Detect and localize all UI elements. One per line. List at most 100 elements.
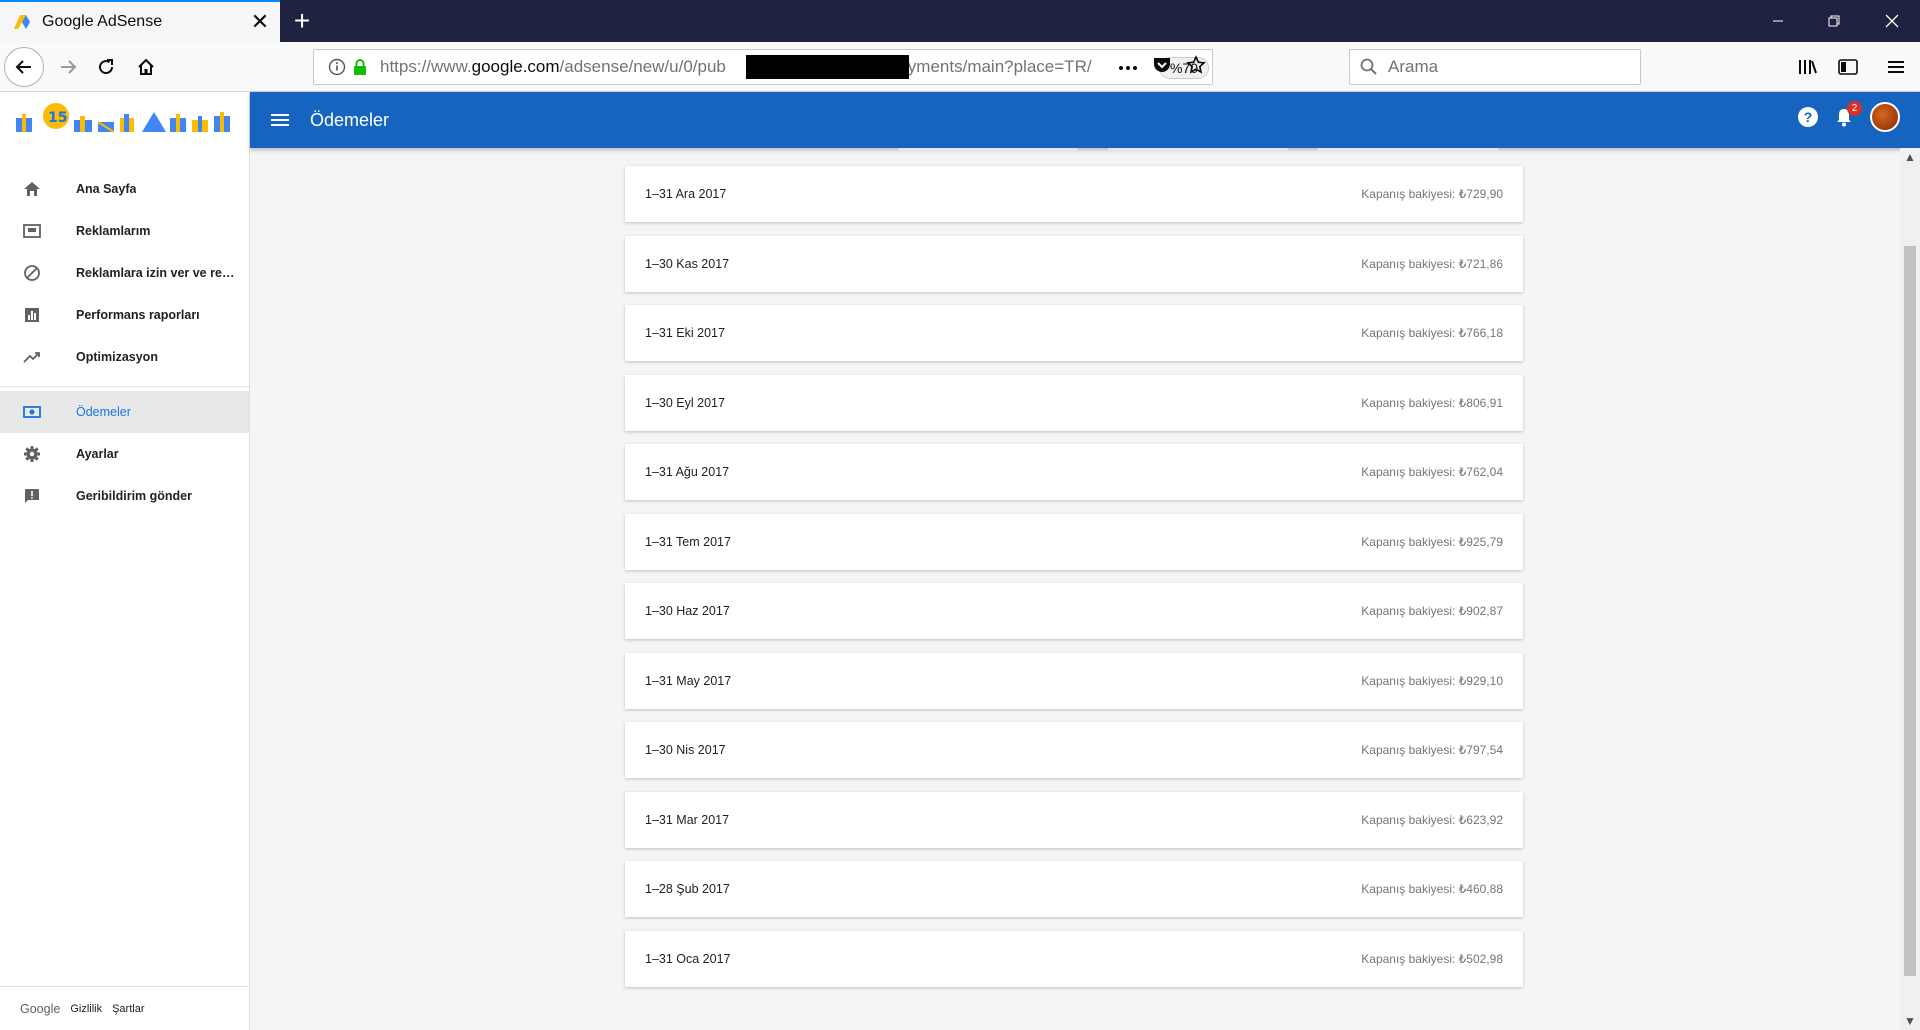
page-title: Ödemeler [310,109,390,130]
adsense-15-anniversary-logo[interactable]: 15 [0,92,249,148]
sidebar-item-home[interactable]: Ana Sayfa [0,168,249,210]
avatar[interactable] [1870,102,1900,132]
window-minimize-button[interactable] [1750,0,1806,42]
statement-row[interactable]: 1–31 Eki 2017 Kapanış bakiyesi: ₺766,18 [625,305,1523,361]
statement-row[interactable]: 1–31 Tem 2017 Kapanış bakiyesi: ₺925,79 [625,513,1523,570]
closing-balance: Kapanış bakiyesi: ₺729,90 [1361,187,1503,201]
sidebar: 15 Ana Sayfa Reklamlarım Reklamlara izin… [0,92,250,1030]
sidebar-item-label: Ana Sayfa [76,182,137,196]
new-tab-button[interactable]: + [286,5,318,37]
sidebar-item-label: Reklamlara izin ver ve rekl... [76,266,236,280]
url-host: google.com [471,57,560,76]
statement-row[interactable]: 1–31 Ağu 2017 Kapanış bakiyesi: ₺762,04 [625,444,1523,500]
sidebar-item-optimization[interactable]: Optimizasyon [0,336,249,378]
bar-chart-icon [22,305,42,325]
search-icon [1360,58,1377,75]
sidebar-item-settings[interactable]: Ayarlar [0,433,249,475]
home-icon [22,179,42,199]
statement-period: 1–30 Kas 2017 [645,256,730,271]
payments-content: 1–31 Ara 2017 Kapanış bakiyesi: ₺729,90 1… [250,148,1900,1030]
statement-row[interactable]: 1–30 Eyl 2017 Kapanış bakiyesi: ₺806,91 [625,374,1523,431]
search-placeholder: Arama [1388,57,1439,76]
statement-row[interactable]: 1–31 Ara 2017 Kapanış bakiyesi: ₺729,90 [625,166,1523,222]
sidebar-item-label: Reklamlarım [76,224,151,238]
sidebar-item-send-feedback[interactable]: Geribildirim gönder [0,475,249,517]
tab-title: Google AdSense [42,13,163,30]
statement-period: 1–31 May 2017 [645,673,732,688]
url-prefix: https://www. [380,57,472,76]
back-arrow-icon [15,60,31,74]
address-bar[interactable]: https://www.google.com/adsense/new/u/0/p… [313,49,1213,85]
footer-terms-link[interactable]: Şartlar [112,1003,144,1015]
statement-row[interactable]: 1–31 Oca 2017 Kapanış bakiyesi: ₺502,98 [625,930,1523,987]
statement-period: 1–31 Tem 2017 [645,534,731,549]
footer-privacy-link[interactable]: Gizlilik [70,1003,102,1015]
sidebar-item-label: Ödemeler [76,405,131,419]
notifications-bell-icon[interactable]: 2 [1832,101,1862,129]
tab-close-icon[interactable]: ✕ [246,8,274,36]
page-actions-icon[interactable] [1118,58,1138,76]
help-icon[interactable]: ? [1798,107,1818,127]
closing-balance: Kapanış bakiyesi: ₺925,79 [1361,534,1503,549]
menu-icon[interactable] [268,108,292,132]
closing-balance: Kapanış bakiyesi: ₺623,92 [1361,812,1503,827]
adsense-favicon-icon [12,12,32,32]
statement-row[interactable]: 1–30 Haz 2017 Kapanış bakiyesi: ₺902,87 [625,583,1523,639]
url-actions [1118,50,1206,84]
window-close-button[interactable] [1864,0,1920,42]
app-header: Ödemeler ? 2 [250,92,1920,148]
forward-arrow-icon [61,60,77,74]
url-path-end: payments/main?place=TR/ [888,57,1092,76]
clipped-tab-edge [1318,148,1498,152]
forward-button[interactable] [48,47,88,87]
sidebar-item-allow-block-ads[interactable]: Reklamlara izin ver ve rekl... [0,252,249,294]
bookmark-star-icon[interactable] [1186,54,1206,80]
sidebar-item-my-ads[interactable]: Reklamlarım [0,210,249,252]
closing-balance: Kapanış bakiyesi: ₺762,04 [1361,465,1503,479]
browser-search-bar[interactable]: Arama [1349,49,1641,85]
reload-button[interactable] [86,47,126,87]
scroll-up-arrow-icon[interactable]: ▲ [1904,150,1916,164]
adsense-app: 15 Ana Sayfa Reklamlarım Reklamlara izin… [0,92,1920,1030]
statement-period: 1–30 Nis 2017 [645,743,726,757]
scrollbar-thumb[interactable] [1904,246,1916,976]
statement-row[interactable]: 1–31 Mar 2017 Kapanış bakiyesi: ₺623,92 [625,791,1523,848]
page-info-icon[interactable] [324,58,350,76]
sidebar-item-label: Ayarlar [76,447,119,461]
pocket-icon[interactable] [1152,56,1172,79]
closing-balance: Kapanış bakiyesi: ₺902,87 [1361,604,1503,618]
sidebar-item-payments[interactable]: Ödemeler [0,391,249,433]
page-scrollbar[interactable]: ▲ ▼ [1900,148,1920,1030]
block-icon [22,263,42,283]
closing-balance: Kapanış bakiyesi: ₺502,98 [1361,951,1503,966]
closing-balance: Kapanış bakiyesi: ₺721,86 [1361,256,1503,271]
sidebar-item-label: Optimizasyon [76,350,158,364]
footer-google-link[interactable]: Google [20,1002,60,1016]
statement-period: 1–31 Ağu 2017 [645,465,730,479]
svg-text:15: 15 [48,110,67,126]
back-button[interactable] [4,47,44,87]
statement-row[interactable]: 1–31 May 2017 Kapanış bakiyesi: ₺929,10 [625,652,1523,709]
statement-row[interactable]: 1–28 Şub 2017 Kapanış bakiyesi: ₺460,88 [625,861,1523,917]
feedback-icon [22,486,42,506]
header-actions: ? 2 [1798,101,1900,132]
closing-balance: Kapanış bakiyesi: ₺766,18 [1361,326,1503,340]
sidebar-toggle-icon[interactable] [1831,50,1865,84]
window-restore-button[interactable] [1806,0,1862,42]
menu-hamburger-icon[interactable] [1879,50,1913,84]
trending-up-icon [22,347,42,367]
library-icon[interactable] [1791,50,1825,84]
sidebar-item-performance-reports[interactable]: Performans raporları [0,294,249,336]
browser-tab-adsense[interactable]: Google AdSense ✕ [0,0,280,42]
statement-period: 1–31 Ara 2017 [645,187,727,201]
reload-icon [99,59,114,75]
closing-balance: Kapanış bakiyesi: ₺797,54 [1361,743,1503,757]
home-button[interactable] [126,47,166,87]
statement-list: 1–31 Ara 2017 Kapanış bakiyesi: ₺729,90 1… [625,166,1523,1000]
scroll-down-arrow-icon[interactable]: ▼ [1904,1014,1916,1028]
statement-row[interactable]: 1–30 Kas 2017 Kapanış bakiyesi: ₺721,86 [625,235,1523,292]
sidebar-divider [0,386,249,387]
notification-count-badge: 2 [1847,101,1862,116]
statement-row[interactable]: 1–30 Nis 2017 Kapanış bakiyesi: ₺797,54 [625,722,1523,778]
clipped-tab-edge [1108,148,1288,152]
